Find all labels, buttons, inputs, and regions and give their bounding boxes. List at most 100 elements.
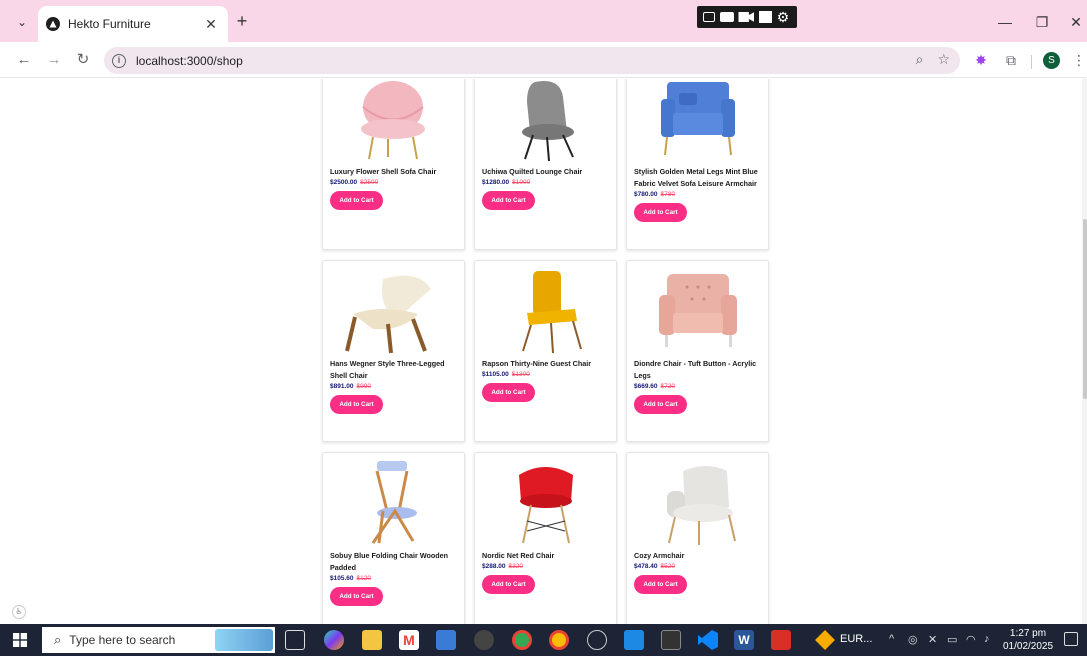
tab-search-chevron-icon[interactable]: ⌄ [10,11,34,33]
zoom-icon[interactable]: ⌕ [916,51,924,68]
store-icon[interactable] [436,630,456,650]
gmail-icon[interactable]: M [399,630,419,650]
chrome-icon[interactable] [549,630,569,650]
search-highlight-icon [215,629,273,651]
site-info-icon[interactable]: i [112,53,126,68]
url-text[interactable]: localhost:3000/shop [136,54,243,68]
close-window-button[interactable]: ✕ [1066,12,1086,32]
pinned-app-label[interactable]: EUR... [840,633,872,645]
product-name[interactable]: Luxury Flower Shell Sofa Chair [330,166,462,178]
product-meta: $105.60 $120 Add to Cart [330,574,462,606]
product-card[interactable]: Rapson Thirty-Nine Guest Chair $1105.00 $1… [474,260,617,442]
scrollbar-thumb[interactable] [1083,219,1087,399]
file-explorer-icon[interactable] [362,630,382,650]
product-image[interactable] [637,79,759,162]
add-to-cart-button[interactable]: Add to Cart [482,383,535,402]
add-to-cart-button[interactable]: Add to Cart [634,395,687,414]
product-name[interactable]: Cozy Armchair [634,550,766,562]
taskbar-clock[interactable]: 1:27 pm 01/02/2025 [1003,627,1053,653]
product-name[interactable]: Sobuy Blue Folding Chair Wooden Padded [330,550,462,574]
screen-capture-toolbar: ⚙ [697,6,797,28]
product-image[interactable] [485,269,607,354]
product-card[interactable]: Cozy Armchair $478.40 $520 Add to Cart [626,452,769,624]
windows-start-icon[interactable] [13,633,27,647]
new-tab-button[interactable]: + [233,12,251,30]
chrome-profile-icon[interactable] [512,630,532,650]
product-card[interactable]: Diondre Chair - Tuft Button - Acrylic Le… [626,260,769,442]
back-arrow-icon[interactable]: ← [14,50,34,70]
product-card[interactable]: Uchiwa Quilted Lounge Chair $1280.00 $1000… [474,79,617,250]
volume-icon[interactable]: ♪ [984,633,990,645]
gear-icon[interactable]: ⚙ [777,10,791,24]
product-name[interactable]: Uchiwa Quilted Lounge Chair [482,166,614,178]
product-old-price: $2500 [360,179,379,186]
github-icon[interactable] [587,630,607,650]
product-card[interactable]: Sobuy Blue Folding Chair Wooden Padded $1… [322,452,465,624]
snip-icon[interactable] [703,12,716,22]
acrobat-icon[interactable] [771,630,791,650]
add-to-cart-button[interactable]: Add to Cart [330,191,383,210]
product-meta: $669.60 $720 Add to Cart [634,382,766,414]
add-to-cart-button[interactable]: Add to Cart [482,575,535,594]
product-image[interactable] [333,461,455,546]
product-card[interactable]: Luxury Flower Shell Sofa Chair $2500.00 $2… [322,79,465,250]
add-to-cart-button[interactable]: Add to Cart [330,587,383,606]
product-name[interactable]: Rapson Thirty-Nine Guest Chair [482,358,614,370]
notifications-icon[interactable] [1064,632,1078,646]
taskbar-search-box[interactable]: ⌕ Type here to search [42,627,275,653]
copilot-icon[interactable] [324,630,344,650]
product-old-price: $320 [508,563,523,570]
extension-puzzle-purple-icon[interactable]: ✸ [972,51,990,69]
product-image[interactable] [637,461,759,546]
product-image[interactable] [333,269,455,354]
word-icon[interactable]: W [734,630,754,650]
window-icon[interactable] [759,11,773,23]
product-name[interactable]: Hans Wegner Style Three-Legged Shell Cha… [330,358,462,382]
tray-app-icon[interactable]: ◎ [908,633,918,646]
reload-icon[interactable]: ↻ [73,50,93,70]
task-view-icon[interactable] [285,630,305,650]
chatgpt-icon[interactable] [474,630,494,650]
product-name[interactable]: Nordic Net Red Chair [482,550,614,562]
product-image[interactable] [637,269,759,354]
product-meta: $891.00 $990 Add to Cart [330,382,462,414]
photos-icon[interactable] [624,630,644,650]
profile-avatar[interactable]: S [1043,52,1060,69]
active-tab[interactable]: Hekto Furniture ✕ [38,6,228,42]
address-bar[interactable]: i localhost:3000/shop ⌕ ☆ [104,47,960,74]
vscode-icon[interactable] [698,630,718,650]
add-to-cart-button[interactable]: Add to Cart [634,203,687,222]
camera-icon[interactable] [719,12,734,22]
product-name[interactable]: Stylish Golden Metal Legs Mint Blue Fabr… [634,166,766,190]
price-row: $2500.00 $2500 [330,178,462,188]
restore-button[interactable]: ❐ [1032,12,1052,32]
terminal-icon[interactable] [661,630,681,650]
product-price: $669.60 [634,383,658,390]
extensions-icon[interactable]: ⧉ [1002,51,1020,69]
bookmark-star-icon[interactable]: ☆ [937,51,950,68]
menu-kebab-icon[interactable]: ⋮ [1070,51,1087,69]
add-to-cart-button[interactable]: Add to Cart [634,575,687,594]
battery-icon[interactable]: ▭ [947,633,957,646]
product-price: $1280.00 [482,179,510,186]
product-name[interactable]: Diondre Chair - Tuft Button - Acrylic Le… [634,358,766,382]
product-card[interactable]: Stylish Golden Metal Legs Mint Blue Fabr… [626,79,769,250]
wifi-icon[interactable]: ◠ [966,633,976,646]
tray-chevron-icon[interactable]: ^ [889,633,894,645]
search-icon: ⌕ [54,632,62,647]
product-card[interactable]: Nordic Net Red Chair $288.00 $320 Add to Ca… [474,452,617,624]
forward-arrow-icon[interactable]: → [44,50,64,70]
page-scrollbar[interactable] [1082,79,1087,624]
product-card[interactable]: Hans Wegner Style Three-Legged Shell Cha… [322,260,465,442]
minimize-button[interactable]: — [995,12,1015,32]
product-image[interactable] [485,79,607,162]
add-to-cart-button[interactable]: Add to Cart [330,395,383,414]
tray-mute-icon[interactable]: ✕ [928,633,937,646]
video-icon[interactable] [738,12,755,22]
add-to-cart-button[interactable]: Add to Cart [482,191,535,210]
accessibility-icon[interactable]: ♿ [12,605,26,619]
product-image[interactable] [333,79,455,162]
sublime-icon[interactable] [815,630,835,650]
product-image[interactable] [485,461,607,546]
tab-close-icon[interactable]: ✕ [202,16,220,33]
